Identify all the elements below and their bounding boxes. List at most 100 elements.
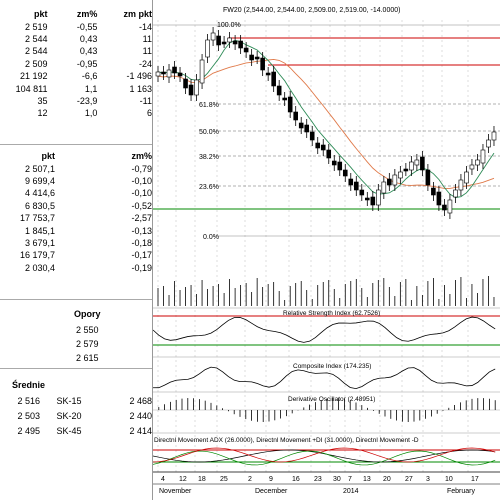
candle-body (342, 169, 348, 177)
candle-body (276, 85, 282, 96)
index-row[interactable]: 9 699,4 -0,10 (0, 175, 152, 187)
x-day-label: 7 (348, 476, 352, 483)
index-row[interactable]: 6 830,5 -0,52 (0, 200, 152, 212)
index-cell: 16 179,7 (19, 250, 56, 261)
quote-row[interactable]: 35 -23,9 -11 (0, 95, 152, 107)
candle-body (398, 171, 403, 179)
candle-body (359, 189, 365, 196)
x-axis-labels: 4 12 18 25 2 9 16 23 30 7 13 20 27 3 10 17 November Decem… (159, 476, 479, 495)
quote-cell: -0,95 (76, 58, 98, 69)
quote-cell: 0,43 (79, 46, 98, 57)
quote-cell: -0,55 (76, 21, 98, 32)
x-day-label: 27 (405, 476, 413, 483)
chart-title: FW20 (2,544.00, 2,544.00, 2,509.00, 2,51… (223, 7, 400, 14)
fib-label: 0.0% (203, 234, 219, 241)
quote-cell: -24 (138, 58, 152, 69)
candle-body (469, 164, 475, 170)
candle-body (254, 56, 260, 60)
candle-body (309, 131, 315, 141)
candle-body (486, 139, 491, 148)
candle-body (282, 97, 287, 101)
srednie-title: Średnie (12, 380, 46, 390)
candle-body (403, 168, 409, 172)
quote-row[interactable]: 104 811 1,1 1 163 (0, 82, 152, 94)
candle-body (232, 40, 238, 45)
candle-body (320, 144, 326, 151)
index-cell: -0,10 (131, 175, 152, 186)
index-row[interactable]: 17 753,7 -2,57 (0, 212, 152, 224)
quote-row[interactable]: 12 1,0 6 (0, 107, 152, 119)
quote-cell: 1,0 (84, 108, 98, 119)
x-day-label: 2 (248, 476, 252, 483)
srednie-cell: 2 503 (17, 410, 40, 421)
candle-body (370, 196, 376, 206)
candle-body (409, 161, 414, 171)
dmi-adx-line (153, 449, 496, 463)
x-month-label: February (447, 488, 476, 495)
index-row[interactable]: 4 414,6 -0,10 (0, 187, 152, 199)
x-day-label: 4 (161, 476, 165, 483)
quote-cell: -1 496 (126, 71, 152, 82)
srednie-cell: SK-15 (56, 395, 82, 406)
quote-row[interactable]: 2 544 0,43 11 (0, 45, 152, 57)
col-zm-pct: zm% (76, 9, 98, 20)
index-row[interactable]: 1 845,1 -0,13 (0, 224, 152, 236)
srednie-cell: 2 414 (129, 425, 152, 436)
index-row[interactable]: 2 507,1 -0,79 (0, 162, 152, 174)
candle-body (458, 179, 464, 191)
x-day-label: 20 (383, 476, 391, 483)
index-row[interactable]: 2 030,4 -0,19 (0, 262, 152, 274)
x-month-label: November (159, 488, 192, 495)
index-row[interactable]: 3 679,1 -0,18 (0, 237, 152, 249)
x-day-label: 3 (426, 476, 430, 483)
x-day-label: 13 (363, 476, 371, 483)
quote-cell: 104 811 (15, 83, 48, 94)
rsi-label: Relative Strength Index (62.7526) (283, 310, 380, 317)
moving-average-line (157, 39, 495, 198)
x-day-label: 23 (314, 476, 322, 483)
x-day-label: 25 (220, 476, 228, 483)
index-cell: 2 507,1 (25, 163, 56, 174)
opory-value: 2 579 (76, 339, 99, 349)
vertical-grid (157, 20, 469, 472)
derivative-label: Derivative Oscillator (2.48951) (288, 396, 375, 403)
srednie-cell: 2 516 (17, 395, 40, 406)
candle-body (155, 71, 161, 77)
candle-body (199, 59, 205, 84)
col-zm-pkt: zm pkt (123, 9, 152, 20)
index-cell: -0,10 (131, 188, 152, 199)
quote-cell: 0,43 (79, 33, 98, 44)
index-cell: -0,18 (131, 237, 152, 248)
opory-value: 2 615 (76, 353, 99, 363)
x-day-label: 17 (471, 476, 479, 483)
composite-line (153, 366, 496, 390)
index-cell: 17 753,7 (19, 213, 56, 224)
quote-cell: 11 (142, 33, 152, 44)
price-chart[interactable]: 100.0% 61.8% 50.0% 38.2% 23.6% 0.0% FW20… (153, 0, 500, 500)
index-cell: -0,19 (131, 262, 152, 273)
candle-body (442, 204, 447, 211)
quote-row[interactable]: 2 509 -0,95 -24 (0, 58, 152, 70)
candle-body (238, 40, 243, 49)
srednie-cell: 2 468 (129, 395, 152, 406)
opory-value: 2 550 (76, 325, 99, 335)
quote-row[interactable]: 2 544 0,43 11 (0, 33, 152, 45)
candle-body (436, 191, 442, 206)
candle-body (381, 181, 387, 194)
candle-body (177, 72, 183, 77)
quotes-header-row: pkt zm% zm pkt (0, 8, 152, 20)
index-cell: -0,52 (131, 200, 152, 211)
col-zm-pct: zm% (131, 151, 152, 162)
quote-row[interactable]: 2 519 -0,55 -14 (0, 20, 152, 32)
srednie-cell: SK-45 (56, 425, 82, 436)
index-row[interactable]: 16 179,7 -0,17 (0, 249, 152, 261)
quote-cell: 2 519 (24, 21, 48, 32)
candle-body (287, 96, 293, 113)
quote-cell: 2 544 (24, 46, 48, 57)
candle-body (298, 122, 304, 129)
candle-body (453, 189, 458, 198)
candle-body (337, 161, 343, 171)
quote-row[interactable]: 21 192 -6,6 -1 496 (0, 70, 152, 82)
index-header-row: pkt zm% (0, 150, 152, 162)
quotes-panel: pkt zm% zm pkt 2 519 -0,55 -14 2 544 0,43 11 2… (0, 0, 152, 500)
